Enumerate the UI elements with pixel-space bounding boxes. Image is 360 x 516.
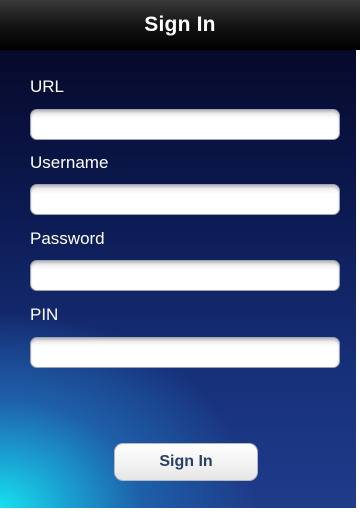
page-title: Sign In	[144, 13, 216, 36]
password-label: Password	[30, 229, 105, 248]
username-label: Username	[30, 153, 109, 172]
sign-in-button[interactable]: Sign In	[114, 443, 258, 481]
username-input[interactable]	[30, 184, 340, 215]
pin-label: PIN	[30, 305, 59, 324]
password-input[interactable]	[30, 260, 340, 291]
url-input[interactable]	[30, 109, 340, 140]
pin-input[interactable]	[30, 337, 340, 368]
navigation-bar: Sign In	[0, 0, 360, 50]
url-label: URL	[30, 77, 65, 96]
